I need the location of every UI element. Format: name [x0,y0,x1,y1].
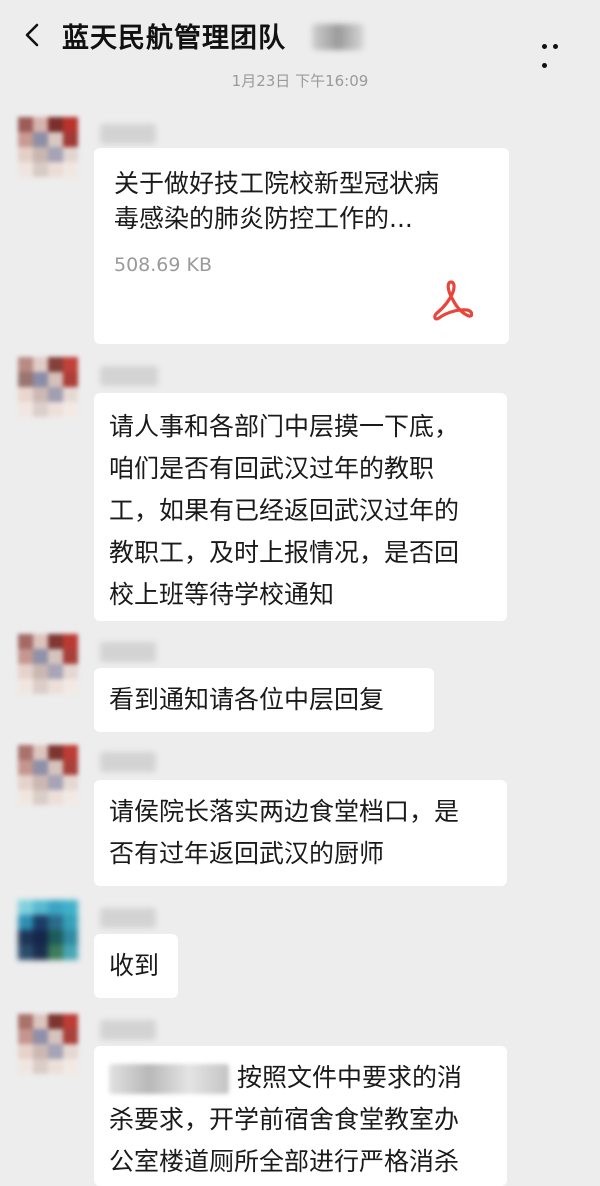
message-line: 杀要求，开学前宿舍食堂教室办 [109,1105,460,1134]
message-bubble[interactable]: 请人事和各部门中层摸一下底， 咱们是否有回武汉过年的教职 工，如果有已经返回武汉… [94,393,507,621]
message-timestamp: 1月23日 下午16:09 [231,72,369,90]
message-line: 咱们是否有回武汉过年的教职 [109,454,435,483]
message-line: 工，如果有已经返回武汉过年的 [109,496,460,525]
sender-name-redaction [100,908,156,928]
chat-title: 蓝天民航管理团队 [62,23,286,54]
message-bubble[interactable]: 请侯院长落实两边食堂档口，是 否有过年返回武汉的厨师 [94,780,507,886]
message-bubble[interactable]: 按照文件中要求的消 杀要求，开学前宿舍食堂教室办 公室楼道厕所全部进行严格消杀 [94,1046,507,1186]
back-icon[interactable] [20,22,46,48]
avatar[interactable] [18,745,78,805]
message-line: 请人事和各部门中层摸一下底， [109,412,460,441]
sender-name-redaction [100,752,156,772]
file-title-line: 关于做好技工院校新型冠状病 [114,169,440,198]
sender-name-redaction [100,366,158,386]
avatar[interactable] [18,357,78,417]
message-line: 按照文件中要求的消 [237,1063,463,1092]
sender-name-redaction [100,642,156,662]
sender-name-redaction [100,124,156,144]
avatar[interactable] [18,1014,78,1074]
message-line: 校上班等待学校通知 [109,580,335,609]
chat-header: 蓝天民航管理团队 [0,0,600,70]
more-icon[interactable] [542,34,572,68]
message-line: 看到通知请各位中层回复 [109,685,385,714]
avatar[interactable] [18,117,78,177]
title-redaction [312,24,364,50]
message-line: 收到 [109,951,160,980]
mention-redaction [109,1064,229,1094]
avatar[interactable] [18,634,78,694]
sender-name-redaction [100,1020,156,1040]
avatar[interactable] [18,900,78,960]
file-title-line: 毒感染的肺炎防控工作的... [114,204,413,233]
message-line: 公室楼道厕所全部进行严格消杀 [109,1147,460,1176]
file-message-bubble[interactable]: 关于做好技工院校新型冠状病 毒感染的肺炎防控工作的... 508.69 KB [94,148,509,344]
pdf-icon [433,280,473,321]
message-line: 否有过年返回武汉的厨师 [109,839,385,868]
message-bubble[interactable]: 看到通知请各位中层回复 [94,668,434,732]
message-line: 请侯院长落实两边食堂档口，是 [109,797,460,826]
message-line: 教职工，及时上报情况，是否回 [109,538,460,567]
message-bubble[interactable]: 收到 [94,934,178,998]
